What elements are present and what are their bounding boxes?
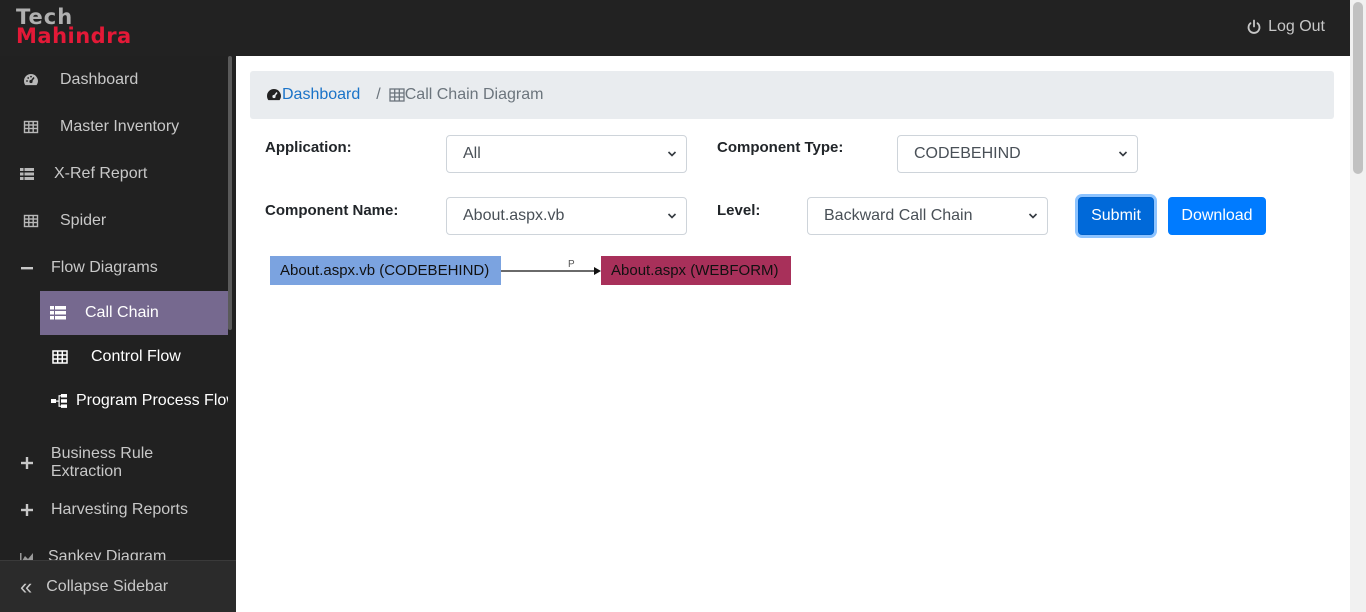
sidebar-item-label: Business Rule Extraction bbox=[50, 445, 154, 480]
logout-label: Log Out bbox=[1268, 18, 1325, 35]
sidebar-subitem-label: Program Process Flow bbox=[76, 392, 228, 409]
breadcrumb-current-label: Call Chain Diagram bbox=[404, 86, 544, 103]
breadcrumb-dashboard-link[interactable]: Dashboard bbox=[266, 86, 360, 104]
sidebar-item-harvesting-reports[interactable]: Harvesting Reports bbox=[0, 490, 228, 530]
list-icon bbox=[50, 305, 68, 321]
level-select[interactable]: Backward Call Chain bbox=[807, 197, 1048, 235]
logout-button[interactable]: Log Out bbox=[1246, 18, 1325, 36]
breadcrumb: Dashboard / Call Chain Diagram bbox=[250, 71, 1334, 119]
sidebar-scrollbar[interactable] bbox=[228, 56, 232, 330]
sidebar-subitem-label: Call Chain bbox=[85, 304, 159, 321]
minus-icon bbox=[18, 259, 36, 277]
plus-icon bbox=[18, 501, 36, 519]
sidebar-item-label: Flow Diagrams bbox=[51, 259, 158, 276]
sidebar-item-label: Dashboard bbox=[60, 71, 139, 88]
application-select[interactable]: All bbox=[446, 135, 687, 173]
component-name-select-value: About.aspx.vb bbox=[463, 207, 565, 224]
component-type-select[interactable]: CODEBEHIND bbox=[897, 135, 1138, 173]
power-icon bbox=[1247, 19, 1261, 34]
sidebar-item-label: Master Inventory bbox=[60, 118, 180, 135]
diagram-edge-arrow bbox=[501, 267, 601, 275]
table-icon bbox=[52, 349, 70, 365]
sitemap-icon bbox=[51, 393, 67, 409]
sidebar-item-flow-diagrams[interactable]: Flow Diagrams bbox=[0, 248, 228, 288]
breadcrumb-home-label: Dashboard bbox=[282, 86, 361, 103]
submit-button[interactable]: Submit bbox=[1078, 197, 1154, 235]
sidebar-subitem-control-flow[interactable]: Control Flow bbox=[40, 335, 228, 379]
page-scrollbar-thumb[interactable] bbox=[1353, 2, 1363, 174]
tech-mahindra-logo[interactable]: Tech Mahindra bbox=[16, 7, 132, 47]
sidebar-item-dashboard[interactable]: Dashboard bbox=[0, 60, 228, 100]
table-icon bbox=[22, 118, 40, 136]
collapse-sidebar-button[interactable]: « Collapse Sidebar bbox=[0, 560, 236, 612]
component-type-label: Component Type: bbox=[717, 139, 844, 156]
top-bar: Tech Mahindra Log Out bbox=[0, 0, 1350, 56]
application-select-value: All bbox=[463, 145, 481, 162]
double-chevron-left-icon: « bbox=[20, 573, 33, 599]
sidebar-item-xref-report[interactable]: X-Ref Report bbox=[0, 154, 228, 194]
component-type-select-value: CODEBEHIND bbox=[914, 145, 1021, 162]
application-label: Application: bbox=[265, 139, 352, 156]
sidebar: Dashboard Master Inventory X-Ref Report … bbox=[0, 56, 236, 612]
chevron-down-icon bbox=[1028, 213, 1038, 219]
level-select-value: Backward Call Chain bbox=[824, 207, 973, 224]
component-name-label: Component Name: bbox=[265, 202, 399, 219]
diagram-source-node[interactable]: About.aspx.vb (CODEBEHIND) bbox=[270, 256, 501, 285]
plus-icon bbox=[18, 454, 36, 472]
sidebar-subitem-program-process-flow[interactable]: Program Process Flow bbox=[40, 379, 228, 423]
sidebar-item-spider[interactable]: Spider bbox=[0, 201, 228, 241]
dashboard-icon bbox=[22, 71, 40, 89]
chevron-down-icon bbox=[667, 213, 677, 219]
download-button[interactable]: Download bbox=[1168, 197, 1266, 235]
diagram-target-node[interactable]: About.aspx (WEBFORM) bbox=[601, 256, 791, 285]
page-scrollbar[interactable] bbox=[1350, 0, 1366, 612]
chevron-down-icon bbox=[667, 151, 677, 157]
sidebar-item-label: Harvesting Reports bbox=[51, 501, 188, 518]
diagram-edge-label: P bbox=[568, 259, 575, 270]
level-label: Level: bbox=[717, 202, 761, 219]
table-icon bbox=[22, 212, 40, 230]
sidebar-item-master-inventory[interactable]: Master Inventory bbox=[0, 107, 228, 147]
sidebar-item-label: Spider bbox=[60, 212, 107, 229]
sidebar-item-label: X-Ref Report bbox=[54, 165, 148, 182]
breadcrumb-current: Call Chain Diagram bbox=[389, 86, 544, 104]
table-icon bbox=[389, 88, 405, 102]
sidebar-subitem-label: Control Flow bbox=[91, 348, 181, 365]
main-content: Dashboard / Call Chain Diagram Applicati… bbox=[236, 56, 1350, 612]
collapse-sidebar-label: Collapse Sidebar bbox=[46, 577, 169, 595]
dashboard-icon bbox=[267, 89, 281, 101]
breadcrumb-separator: / bbox=[376, 86, 381, 103]
sidebar-item-business-rule-extraction[interactable]: Business Rule Extraction bbox=[0, 443, 228, 483]
component-name-select[interactable]: About.aspx.vb bbox=[446, 197, 687, 235]
sidebar-subitem-call-chain[interactable]: Call Chain bbox=[40, 291, 228, 335]
logo-line2: Mahindra bbox=[16, 24, 132, 48]
list-icon bbox=[18, 165, 36, 183]
chevron-down-icon bbox=[1118, 151, 1128, 157]
